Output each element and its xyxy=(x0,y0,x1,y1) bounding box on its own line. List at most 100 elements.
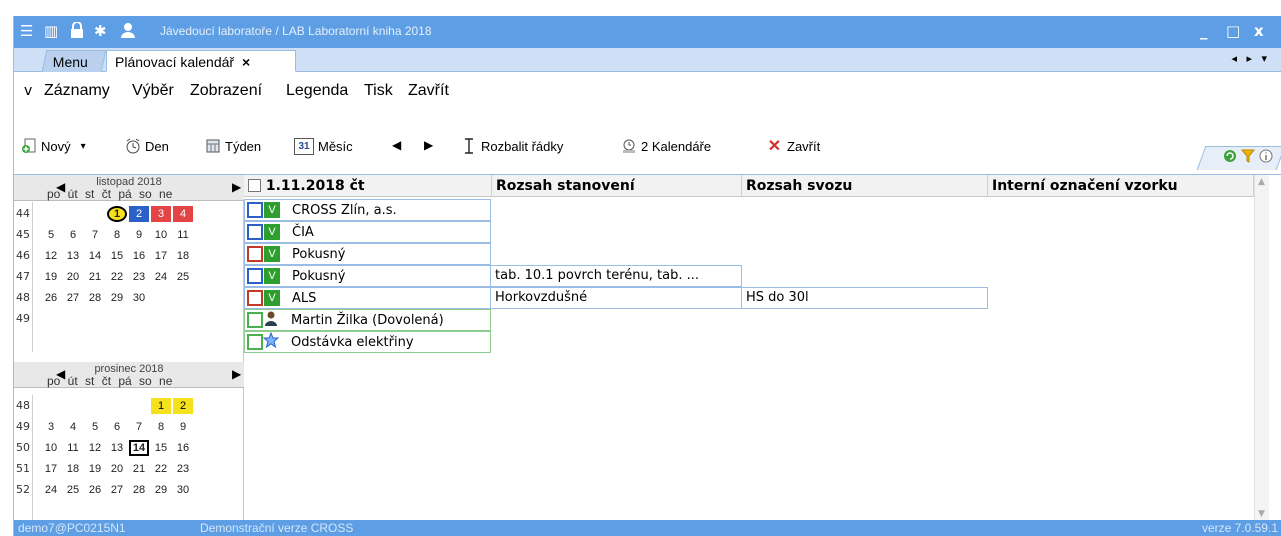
lock-icon[interactable] xyxy=(70,21,84,40)
refresh-icon[interactable] xyxy=(1223,149,1237,163)
calendar-day[interactable]: 28 xyxy=(85,290,105,306)
book-icon[interactable]: ▥ xyxy=(44,22,58,40)
event-cell[interactable]: Martin Žilka (Dovolená) xyxy=(244,309,491,331)
calendar-day[interactable]: 19 xyxy=(41,269,61,285)
calendar-day[interactable]: 26 xyxy=(85,482,105,498)
event-cell[interactable]: V Pokusný xyxy=(244,243,491,265)
week-number[interactable]: 48 xyxy=(16,399,32,412)
calendar-day[interactable]: 2 xyxy=(129,206,149,222)
calendar-day[interactable]: 13 xyxy=(107,440,127,456)
user-icon[interactable] xyxy=(120,22,136,40)
rozsah-stanoveni-cell[interactable]: Horkovzdušné xyxy=(491,287,742,309)
calendar-day[interactable]: 18 xyxy=(63,461,83,477)
calendar-day[interactable]: 16 xyxy=(129,248,149,264)
minimize-button[interactable]: _ xyxy=(1200,22,1208,40)
info-icon[interactable] xyxy=(1259,149,1273,163)
calendar-day[interactable]: 12 xyxy=(41,248,61,264)
week-number[interactable]: 46 xyxy=(16,249,32,262)
close-button[interactable]: ✕ Zavřít xyxy=(766,138,820,155)
menu-zavrit[interactable]: Zavřít xyxy=(408,82,449,100)
event-checkbox[interactable] xyxy=(247,246,263,262)
calendar-day[interactable]: 29 xyxy=(107,290,127,306)
menu-collapse-caret[interactable]: v xyxy=(24,83,32,99)
select-all-checkbox[interactable] xyxy=(248,179,261,192)
close-window-button[interactable]: x xyxy=(1254,22,1264,40)
week-number[interactable]: 47 xyxy=(16,270,32,283)
week-number[interactable]: 44 xyxy=(16,207,32,220)
tab-close-icon[interactable]: × xyxy=(242,54,250,70)
calendar-day[interactable]: 23 xyxy=(129,269,149,285)
calendar-day[interactable]: 29 xyxy=(151,482,171,498)
week-number[interactable]: 49 xyxy=(16,420,32,433)
week-number[interactable]: 45 xyxy=(16,228,32,241)
calendar-day[interactable]: 8 xyxy=(107,227,127,243)
new-dropdown-arrow[interactable]: ▾ xyxy=(81,141,86,152)
calendar-day[interactable]: 18 xyxy=(173,248,193,264)
grid-header-interni-oznaceni[interactable]: Interní označení vzorku xyxy=(988,175,1254,197)
calendar-day[interactable]: 10 xyxy=(151,227,171,243)
calendar-day[interactable]: 15 xyxy=(151,440,171,456)
calendar-day[interactable]: 25 xyxy=(63,482,83,498)
week-number[interactable]: 49 xyxy=(16,312,32,325)
week-number[interactable]: 51 xyxy=(16,462,32,475)
calendar-day[interactable]: 1 xyxy=(151,398,171,414)
new-button[interactable]: Nový ▾ xyxy=(20,138,86,155)
calendar-day[interactable]: 27 xyxy=(63,290,83,306)
filter-icon[interactable] xyxy=(1241,149,1255,163)
calendar-day[interactable]: 25 xyxy=(173,269,193,285)
calendar-nov-next-icon[interactable]: ▶ xyxy=(232,180,241,194)
calendar-day[interactable]: 9 xyxy=(173,419,193,435)
calendar-day[interactable]: 13 xyxy=(63,248,83,264)
calendar-day[interactable]: 17 xyxy=(41,461,61,477)
calendar-day[interactable]: 4 xyxy=(173,206,193,222)
event-cell[interactable]: V Pokusný xyxy=(244,265,491,287)
tab-menu[interactable]: Menu xyxy=(41,50,107,72)
event-checkbox[interactable] xyxy=(247,290,263,306)
calendar-day[interactable]: 28 xyxy=(129,482,149,498)
calendar-day[interactable]: 6 xyxy=(63,227,83,243)
menu-tisk[interactable]: Tisk xyxy=(364,82,393,100)
event-checkbox[interactable] xyxy=(247,268,263,284)
calendar-day[interactable]: 5 xyxy=(85,419,105,435)
event-checkbox[interactable] xyxy=(247,312,263,328)
calendar-day[interactable]: 11 xyxy=(173,227,193,243)
calendar-day[interactable]: 16 xyxy=(173,440,193,456)
calendar-day[interactable]: 4 xyxy=(63,419,83,435)
calendar-day[interactable]: 22 xyxy=(151,461,171,477)
calendar-day[interactable]: 2 xyxy=(173,398,193,414)
menu-legenda[interactable]: Legenda xyxy=(286,82,348,100)
next-button[interactable]: ▶ xyxy=(424,138,433,152)
calendar-day[interactable]: 7 xyxy=(129,419,149,435)
scroll-down-icon[interactable]: ▼ xyxy=(1258,509,1265,519)
month-button[interactable]: 31 Měsíc xyxy=(294,138,353,155)
tab-nav-arrows[interactable]: ◂ ▸ ▾ xyxy=(1231,52,1270,65)
scroll-up-icon[interactable]: ▲ xyxy=(1258,177,1265,187)
week-number[interactable]: 52 xyxy=(16,483,32,496)
calendar-day[interactable]: 6 xyxy=(107,419,127,435)
calendar-day[interactable]: 20 xyxy=(107,461,127,477)
event-cell[interactable]: Odstávka elektřiny xyxy=(244,331,491,353)
day-button[interactable]: Den xyxy=(124,138,169,155)
grid-header-rozsah-svozu[interactable]: Rozsah svozu xyxy=(742,175,988,197)
event-checkbox[interactable] xyxy=(247,202,263,218)
calendar-day[interactable]: 24 xyxy=(41,482,61,498)
calendar-day[interactable]: 11 xyxy=(63,440,83,456)
maximize-button[interactable]: □ xyxy=(1226,22,1240,40)
calendar-day[interactable]: 22 xyxy=(107,269,127,285)
grid-header-rozsah-stanoveni[interactable]: Rozsah stanovení xyxy=(492,175,742,197)
calendar-day[interactable]: 23 xyxy=(173,461,193,477)
menu-vyber[interactable]: Výběr xyxy=(132,82,174,100)
gear-icon[interactable]: ✱ xyxy=(94,22,107,40)
calendar-day[interactable]: 3 xyxy=(41,419,61,435)
week-button[interactable]: Týden xyxy=(204,138,261,155)
calendar-day[interactable]: 14 xyxy=(129,440,149,456)
calendar-day[interactable]: 7 xyxy=(85,227,105,243)
calendar-day[interactable]: 9 xyxy=(129,227,149,243)
menu-zaznamy[interactable]: Záznamy xyxy=(44,82,110,100)
calendar-day[interactable]: 8 xyxy=(151,419,171,435)
calendar-day[interactable]: 27 xyxy=(107,482,127,498)
menu-icon[interactable]: ☰ xyxy=(20,22,33,40)
calendar-day[interactable]: 5 xyxy=(41,227,61,243)
rozsah-stanoveni-cell[interactable]: tab. 10.1 povrch terénu, tab. ... xyxy=(491,265,742,287)
calendar-day[interactable]: 21 xyxy=(85,269,105,285)
